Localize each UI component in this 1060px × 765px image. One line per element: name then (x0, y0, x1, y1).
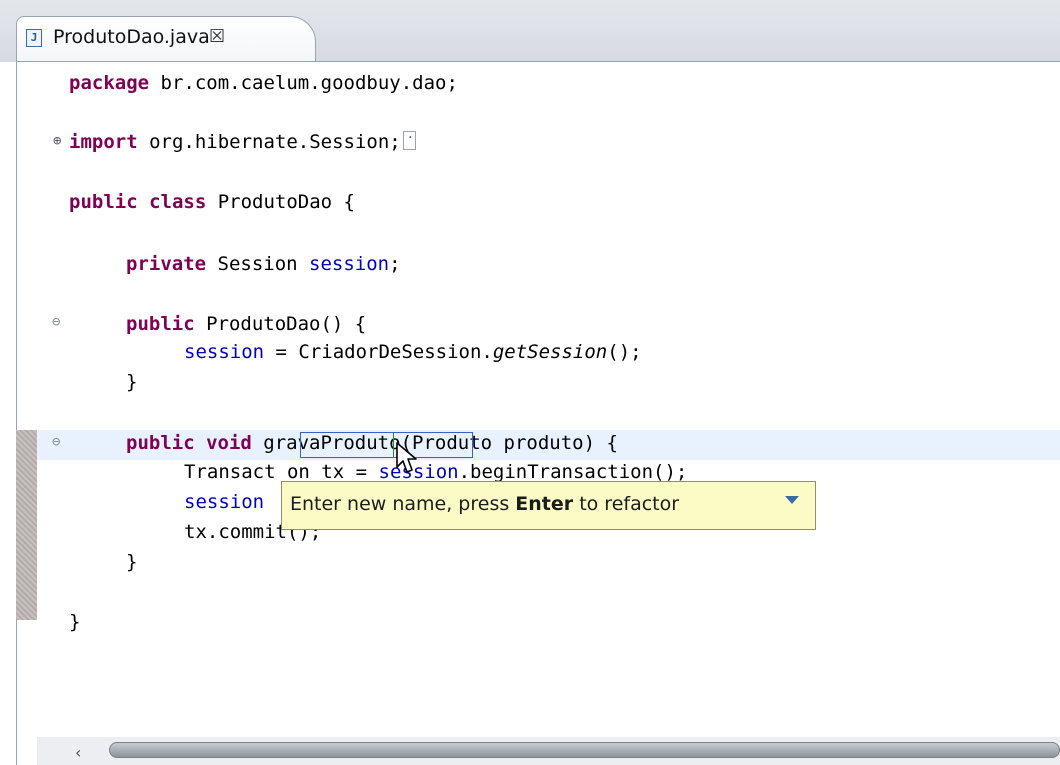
code-line-constructor-body: session = CriadorDeSession.getSession(); (184, 341, 642, 363)
code-line-transaction: Transact on tx = session.beginTransactio… (184, 461, 688, 483)
scrollbar-thumb[interactable] (109, 742, 1060, 758)
code-line-class: public class ProdutoDao { (69, 191, 355, 213)
code-line-package: package br.com.caelum.goodbuy.dao; (69, 72, 458, 94)
expand-fold-icon[interactable]: ⊕ (53, 133, 61, 149)
text-caret (393, 432, 394, 458)
dropdown-arrow-icon[interactable] (785, 496, 799, 504)
code-line-method: public void gravaProduto(Produto produto… (126, 432, 618, 454)
code-editor[interactable] (16, 61, 1060, 765)
rename-linked-field[interactable]: gravaProduto (263, 432, 400, 454)
rename-hint-text: Enter new name, press Enter to refactor (290, 493, 680, 515)
collapsed-imports-icon[interactable] (402, 127, 416, 150)
code-line-class-close: } (69, 611, 81, 633)
tab-title: ProdutoDao.java (53, 26, 210, 48)
rename-hint-popup: Enter new name, press Enter to refactor (281, 481, 816, 530)
code-line-method-close: } (126, 551, 138, 573)
code-line-import: import org.hibernate.Session; (69, 127, 416, 153)
close-icon[interactable]: ☒ (209, 26, 225, 47)
collapse-fold-icon[interactable]: ⊖ (52, 434, 60, 450)
tab-produtodao-java[interactable]: J ProdutoDao.java ☒ (16, 16, 316, 62)
occurrence-marker (16, 430, 37, 620)
mouse-pointer-icon (396, 442, 417, 473)
code-line-save: session (184, 491, 265, 513)
code-line-constructor: public ProdutoDao() { (126, 313, 367, 335)
collapse-fold-icon[interactable]: ⊖ (52, 314, 60, 330)
java-file-icon: J (26, 29, 42, 47)
editor-tab-strip: J ProdutoDao.java ☒ (0, 0, 1060, 62)
scroll-left-arrow-icon[interactable]: ‹ (75, 743, 81, 762)
code-line-field: private Session session; (126, 253, 401, 275)
horizontal-scrollbar[interactable]: ‹ (37, 737, 1060, 765)
editor-gutter (17, 62, 39, 732)
code-line-constructor-close: } (126, 371, 138, 393)
